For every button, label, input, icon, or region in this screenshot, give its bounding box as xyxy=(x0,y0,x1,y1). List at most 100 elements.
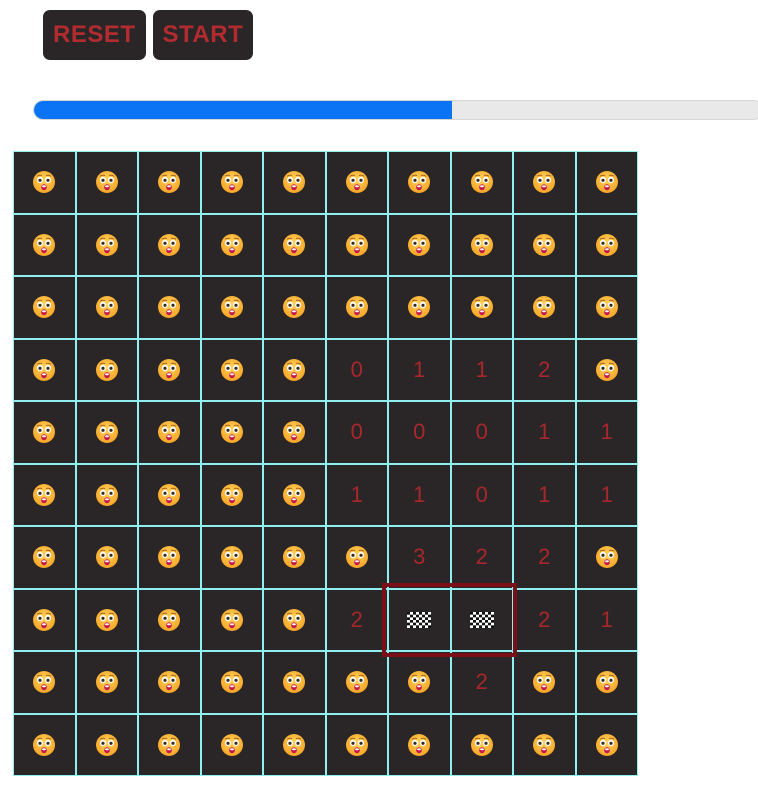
hidden-cell[interactable] xyxy=(138,213,201,276)
hidden-cell[interactable] xyxy=(325,213,388,276)
start-button[interactable]: START xyxy=(152,10,254,60)
hidden-cell[interactable] xyxy=(388,651,451,714)
hidden-cell[interactable] xyxy=(200,401,263,464)
hidden-cell[interactable] xyxy=(13,338,76,401)
hidden-cell[interactable] xyxy=(75,526,138,589)
hidden-cell[interactable] xyxy=(575,338,638,401)
hidden-cell[interactable] xyxy=(388,213,451,276)
hidden-cell[interactable] xyxy=(513,713,576,776)
hidden-cell[interactable] xyxy=(513,276,576,339)
hidden-cell[interactable] xyxy=(138,401,201,464)
revealed-cell[interactable]: 2 xyxy=(513,526,576,589)
hidden-cell[interactable] xyxy=(138,651,201,714)
hidden-cell[interactable] xyxy=(75,651,138,714)
revealed-cell[interactable]: 1 xyxy=(575,401,638,464)
hidden-cell[interactable] xyxy=(263,151,326,214)
hidden-cell[interactable] xyxy=(263,651,326,714)
reset-button[interactable]: RESET xyxy=(43,10,146,60)
hidden-cell[interactable] xyxy=(575,213,638,276)
revealed-cell[interactable]: 0 xyxy=(388,401,451,464)
hidden-cell[interactable] xyxy=(325,276,388,339)
hidden-cell[interactable] xyxy=(575,151,638,214)
hidden-cell[interactable] xyxy=(13,463,76,526)
flagged-cell[interactable] xyxy=(388,588,451,651)
hidden-cell[interactable] xyxy=(263,213,326,276)
hidden-cell[interactable] xyxy=(325,651,388,714)
hidden-cell[interactable] xyxy=(325,151,388,214)
hidden-cell[interactable] xyxy=(263,713,326,776)
hidden-cell[interactable] xyxy=(200,526,263,589)
revealed-cell[interactable]: 1 xyxy=(450,338,513,401)
revealed-cell[interactable]: 1 xyxy=(575,463,638,526)
revealed-cell[interactable]: 2 xyxy=(325,588,388,651)
hidden-cell[interactable] xyxy=(13,151,76,214)
hidden-cell[interactable] xyxy=(138,588,201,651)
hidden-cell[interactable] xyxy=(200,463,263,526)
hidden-cell[interactable] xyxy=(75,401,138,464)
hidden-cell[interactable] xyxy=(138,713,201,776)
hidden-cell[interactable] xyxy=(13,713,76,776)
hidden-cell[interactable] xyxy=(450,151,513,214)
revealed-cell[interactable]: 1 xyxy=(388,338,451,401)
hidden-cell[interactable] xyxy=(263,588,326,651)
hidden-cell[interactable] xyxy=(138,276,201,339)
hidden-cell[interactable] xyxy=(513,151,576,214)
hidden-cell[interactable] xyxy=(75,463,138,526)
hidden-cell[interactable] xyxy=(200,276,263,339)
hidden-cell[interactable] xyxy=(13,276,76,339)
hidden-cell[interactable] xyxy=(13,213,76,276)
hidden-cell[interactable] xyxy=(75,588,138,651)
hidden-cell[interactable] xyxy=(388,713,451,776)
hidden-cell[interactable] xyxy=(75,151,138,214)
hidden-cell[interactable] xyxy=(75,276,138,339)
revealed-cell[interactable]: 2 xyxy=(450,526,513,589)
hidden-cell[interactable] xyxy=(13,651,76,714)
revealed-cell[interactable]: 2 xyxy=(450,651,513,714)
flagged-cell[interactable] xyxy=(450,588,513,651)
hidden-cell[interactable] xyxy=(450,276,513,339)
hidden-cell[interactable] xyxy=(263,401,326,464)
revealed-cell[interactable]: 0 xyxy=(325,401,388,464)
revealed-cell[interactable]: 0 xyxy=(450,463,513,526)
hidden-cell[interactable] xyxy=(575,713,638,776)
hidden-cell[interactable] xyxy=(325,713,388,776)
hidden-cell[interactable] xyxy=(513,213,576,276)
hidden-cell[interactable] xyxy=(138,338,201,401)
revealed-cell[interactable]: 1 xyxy=(513,401,576,464)
hidden-cell[interactable] xyxy=(513,651,576,714)
hidden-cell[interactable] xyxy=(450,213,513,276)
hidden-cell[interactable] xyxy=(263,526,326,589)
hidden-cell[interactable] xyxy=(200,213,263,276)
hidden-cell[interactable] xyxy=(75,713,138,776)
hidden-cell[interactable] xyxy=(75,338,138,401)
hidden-cell[interactable] xyxy=(200,338,263,401)
hidden-cell[interactable] xyxy=(200,588,263,651)
hidden-cell[interactable] xyxy=(75,213,138,276)
revealed-cell[interactable]: 3 xyxy=(388,526,451,589)
revealed-cell[interactable]: 2 xyxy=(513,338,576,401)
revealed-cell[interactable]: 1 xyxy=(325,463,388,526)
hidden-cell[interactable] xyxy=(138,526,201,589)
hidden-cell[interactable] xyxy=(388,276,451,339)
hidden-cell[interactable] xyxy=(13,526,76,589)
revealed-cell[interactable]: 1 xyxy=(575,588,638,651)
hidden-cell[interactable] xyxy=(575,651,638,714)
hidden-cell[interactable] xyxy=(575,526,638,589)
revealed-cell[interactable]: 1 xyxy=(388,463,451,526)
revealed-cell[interactable]: 0 xyxy=(450,401,513,464)
hidden-cell[interactable] xyxy=(325,526,388,589)
hidden-cell[interactable] xyxy=(575,276,638,339)
hidden-cell[interactable] xyxy=(263,276,326,339)
revealed-cell[interactable]: 1 xyxy=(513,463,576,526)
hidden-cell[interactable] xyxy=(200,713,263,776)
hidden-cell[interactable] xyxy=(263,338,326,401)
hidden-cell[interactable] xyxy=(13,401,76,464)
revealed-cell[interactable]: 2 xyxy=(513,588,576,651)
revealed-cell[interactable]: 0 xyxy=(325,338,388,401)
hidden-cell[interactable] xyxy=(13,588,76,651)
hidden-cell[interactable] xyxy=(450,713,513,776)
hidden-cell[interactable] xyxy=(200,151,263,214)
hidden-cell[interactable] xyxy=(138,151,201,214)
hidden-cell[interactable] xyxy=(263,463,326,526)
hidden-cell[interactable] xyxy=(200,651,263,714)
